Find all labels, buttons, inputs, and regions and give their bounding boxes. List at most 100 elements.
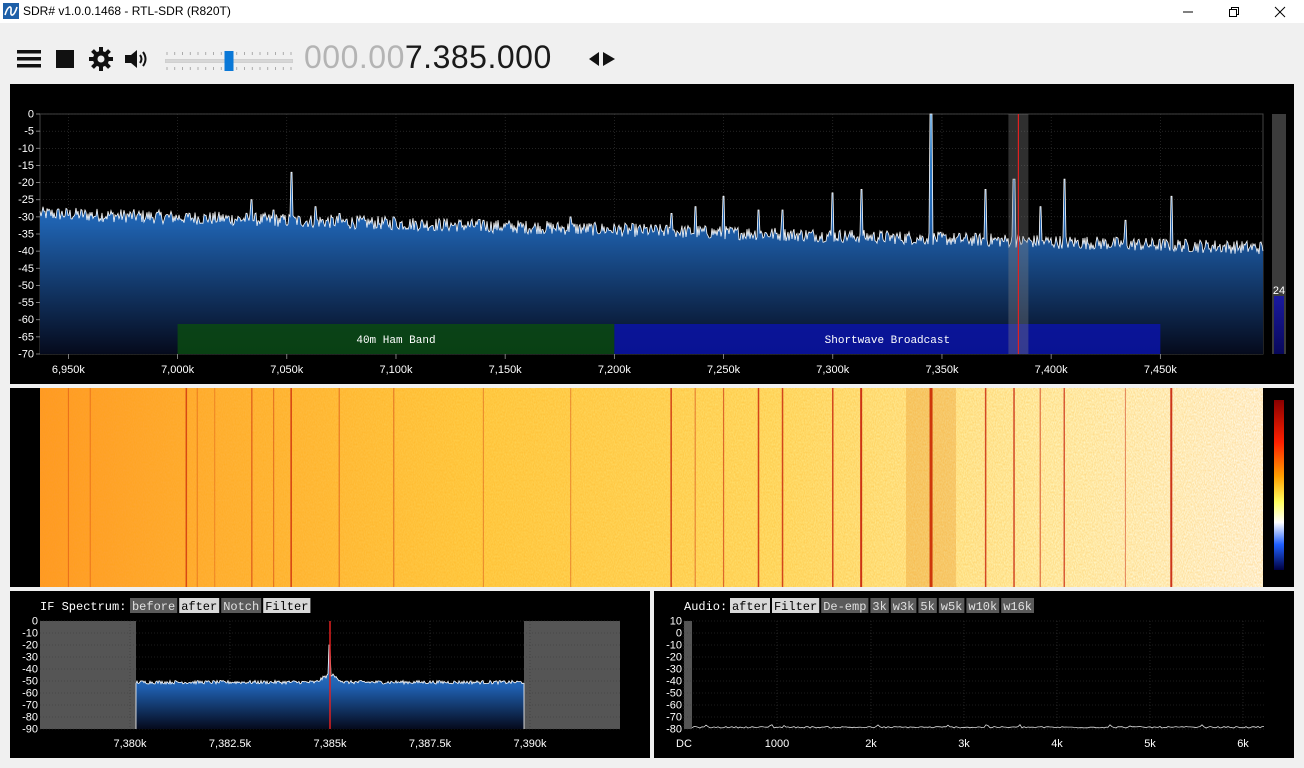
audio-label: Audio: [684,600,727,614]
maximize-button[interactable] [1211,0,1257,23]
frequency-tick-label: 7,382.5k [209,738,252,750]
step-right-icon[interactable] [603,52,615,66]
frequency-tick-label: 7,400k [1035,364,1069,376]
waterfall-display[interactable] [10,388,1294,587]
waterfall-signal-line [1013,388,1015,587]
close-button[interactable] [1257,0,1303,23]
frequency-tick-label: 7,050k [270,364,304,376]
spectrum-analyzer[interactable]: 0 -5 -10 -15 -20 -25 -30 -35 -40 -45 -50 -55 -60 -65 -… [10,84,1294,384]
if-spectrum-panel[interactable]: IF Spectrum: before after Notch Filter 0 -10… [10,591,650,758]
menu-button[interactable] [15,45,43,73]
option-toggle-label: Notch [223,600,259,614]
waterfall-signal-line [694,388,696,587]
audio-frequency-scale: DC 1000 2k 3k 4k 5k 6k [676,738,1249,750]
volume-slider[interactable] [165,50,293,72]
db-tick-label: -10 [18,143,34,155]
db-tick-label: -90 [22,724,38,736]
option-toggle-label: after [732,600,768,614]
waterfall-signal-line [89,388,91,587]
frequency-display[interactable]: 000.007.385.000 [304,37,552,77]
frequency-tick-label: 3k [958,738,970,750]
waterfall-signal-line [273,388,275,587]
contrast-slider-level [1274,296,1284,354]
window-title: SDR# v1.0.0.1468 - RTL-SDR (R820T) [23,4,231,18]
db-tick-label: -60 [666,700,682,712]
option-toggle-label: w16k [1003,600,1032,614]
if-out-of-band-left [40,621,136,729]
frequency-tick-label: 6,950k [52,364,86,376]
db-tick-label: -50 [22,676,38,688]
db-tick-label: -45 [18,263,34,275]
speaker-icon [125,50,147,68]
frequency-tick-label: 7,387.5k [409,738,452,750]
option-toggle-label: w5k [941,600,963,614]
minimize-button[interactable] [1165,0,1211,23]
db-tick-label: -10 [666,640,682,652]
db-tick-label: -70 [18,349,34,361]
db-tick-label: -50 [18,280,34,292]
close-icon [1274,6,1286,17]
frequency-tick-label: 4k [1051,738,1063,750]
if-db-scale: 0-10-20-30-40-50-60-70-80-90 [22,616,38,736]
waterfall-signal-line [984,388,987,587]
waterfall-signal-line [1124,388,1126,587]
frequency-tick-label: 1000 [765,738,789,750]
db-tick-label: -30 [18,211,34,223]
mute-button[interactable] [123,45,151,73]
audio-options: after Filter De-emp 3k w3k 5k w5k w10k w16k [730,598,1034,614]
db-tick-label: -5 [24,126,34,138]
frequency-tick-label: 7,380k [113,738,147,750]
waterfall-signal-line [67,388,69,587]
waterfall-signal-line [781,388,784,587]
waterfall-signal-line [1063,388,1066,587]
waterfall-signal-line [570,388,572,587]
waterfall-signal-line [338,388,340,587]
db-tick-label: -70 [22,700,38,712]
db-tick-label: -60 [22,688,38,700]
frequency-tick-label: 7,390k [513,738,547,750]
db-tick-label: 0 [28,109,34,121]
spectrum-frequency-scale: 6,950k 7,000k 7,050k 7,100k 7,150k 7,200k 7,25… [52,364,1177,376]
db-tick-label: -15 [18,160,34,172]
db-tick-label: -20 [666,652,682,664]
band-label: 40m Ham Band [356,335,435,347]
step-left-icon[interactable] [589,52,599,66]
option-toggle-label: Filter [774,600,817,614]
audio-db-scale: 100-10-20-30-40-50-60-70-80 [666,616,682,736]
db-tick-label: -50 [666,688,682,700]
waterfall-signal-line [1170,388,1173,587]
spectrum-db-scale: 0 -5 -10 -15 -20 -25 -30 -35 -40 -45 -50 -55 -60 -65 -… [18,109,34,361]
frequency-tick-label: 7,300k [816,364,850,376]
db-tick-label: -40 [22,664,38,676]
stop-button[interactable] [51,45,79,73]
frequency-step-arrows[interactable] [588,51,616,67]
volume-slider-thumb[interactable] [224,51,234,71]
if-spectrum-label: IF Spectrum: [40,600,126,614]
option-toggle-label: De-emp [823,600,866,614]
db-tick-label: -55 [18,297,34,309]
waterfall-signal-line [185,388,188,587]
if-frequency-scale: 7,380k 7,382.5k 7,385k 7,387.5k 7,390k [113,738,547,750]
db-tick-label: -65 [18,331,34,343]
waterfall-signal-line [832,388,834,587]
frequency-tick-label: 7,450k [1144,364,1178,376]
db-tick-label: -25 [18,194,34,206]
band-label: Shortwave Broadcast [825,335,950,347]
frequency-tick-label: 7,250k [707,364,741,376]
audio-spectrum-panel[interactable]: Audio: after Filter De-emp 3k w3k 5k w5k w10k w1… [654,591,1294,758]
frequency-digits: 7.385.000 [404,39,552,75]
option-toggle-label: w10k [968,600,997,614]
waterfall-signal-line [757,388,760,587]
waterfall-signal-line [670,388,672,587]
db-tick-label: -70 [666,712,682,724]
frequency-tick-label: DC [676,738,692,750]
spectrum-trace-fill [40,114,1263,354]
db-tick-label: -35 [18,229,34,241]
db-tick-label: 10 [670,616,682,628]
db-tick-label: -80 [666,724,682,736]
minimize-icon [1183,11,1193,12]
option-toggle-label: after [181,600,217,614]
settings-button[interactable] [87,45,115,73]
maximize-icon [1229,6,1239,17]
option-toggle-label: before [132,600,175,614]
